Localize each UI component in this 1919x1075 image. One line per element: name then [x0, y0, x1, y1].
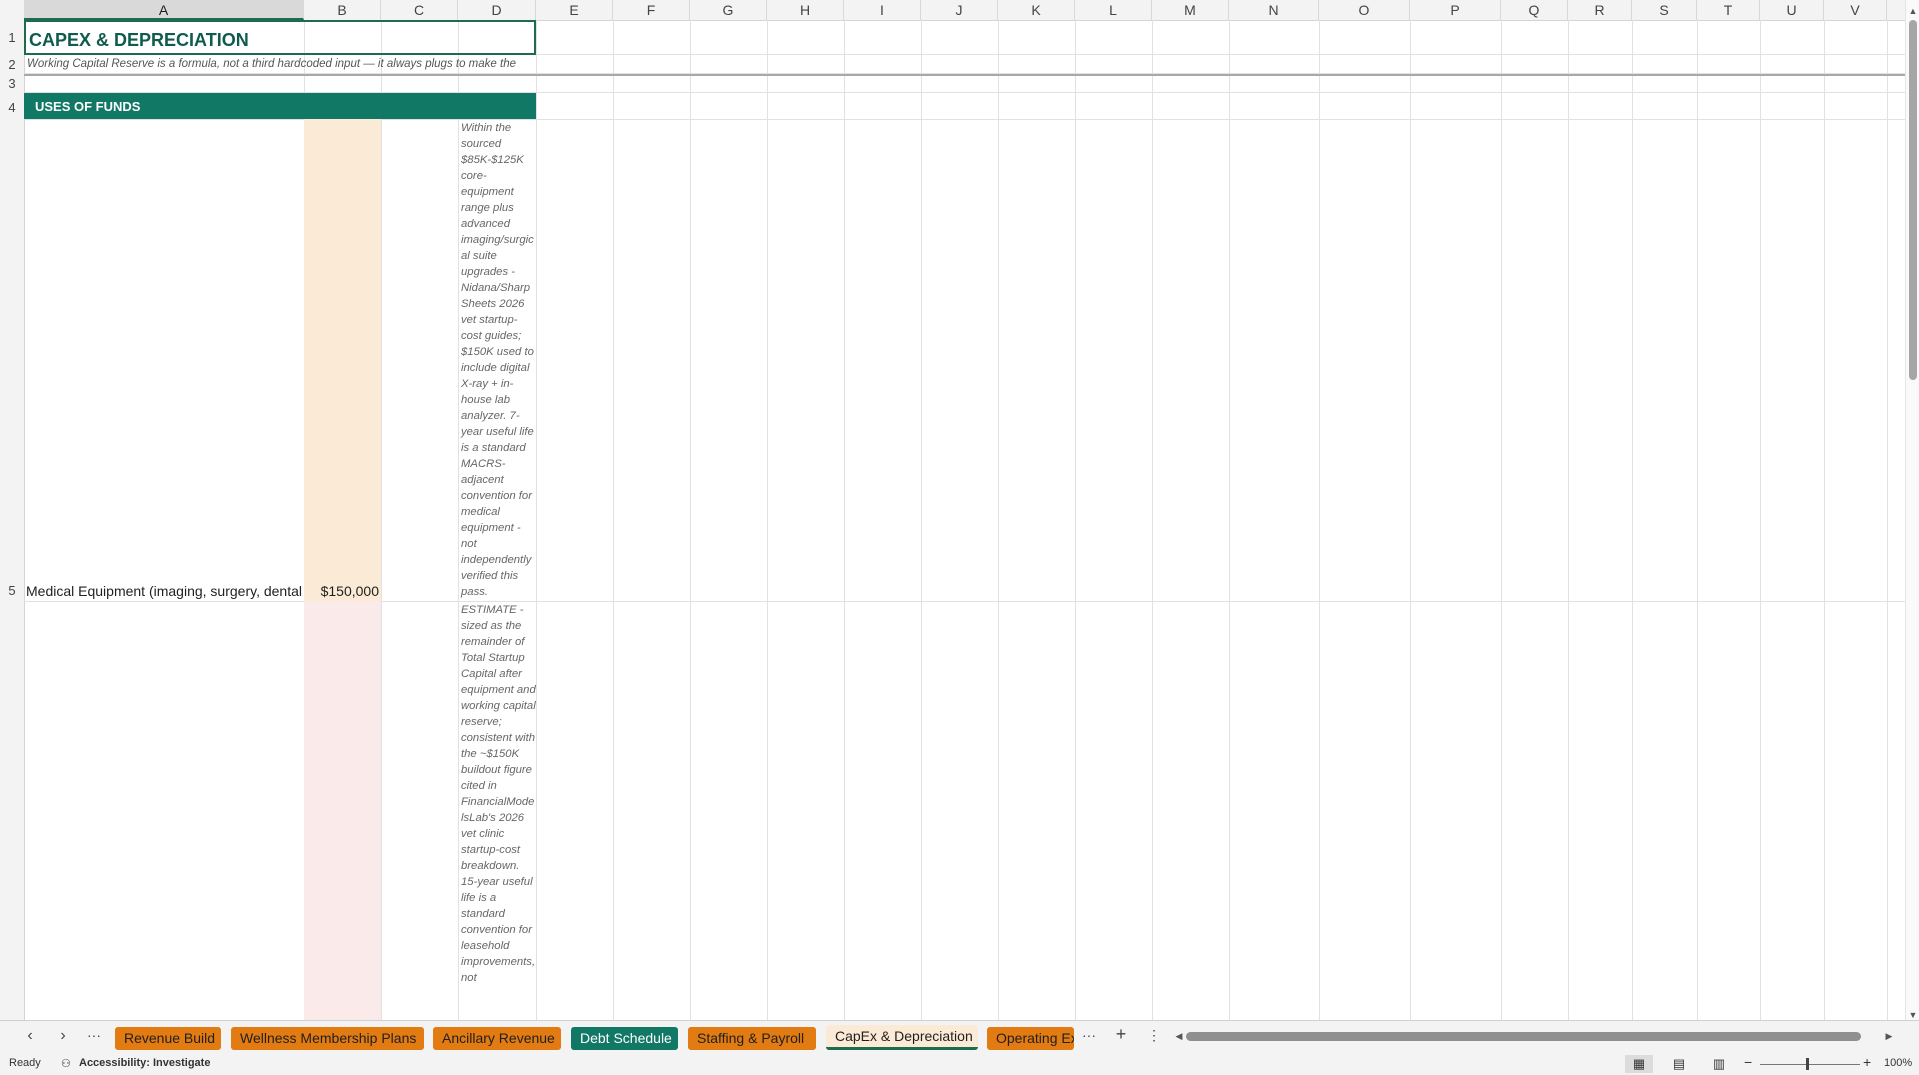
scroll-right-icon[interactable]: ▶: [1884, 1031, 1894, 1041]
gridline: [921, 20, 922, 1020]
tab-staffing-payroll[interactable]: Staffing & Payroll: [688, 1027, 816, 1050]
row-header-1[interactable]: 1: [0, 30, 24, 45]
sheet-title[interactable]: CAPEX & DEPRECIATION: [24, 20, 536, 55]
zoom-in-icon[interactable]: +: [1863, 1054, 1871, 1070]
gridline: [536, 20, 537, 1020]
tab-operating-expenses[interactable]: Operating Ex: [987, 1027, 1074, 1050]
zoom-out-icon[interactable]: −: [1744, 1054, 1752, 1070]
page-layout-view-icon[interactable]: ▤: [1665, 1055, 1693, 1073]
gridline: [1075, 20, 1076, 1020]
medical-equipment-note[interactable]: Within the sourced $85K-$125K core-equip…: [458, 119, 536, 601]
more-tabs-icon[interactable]: ···: [83, 1027, 105, 1043]
vertical-scrollbar[interactable]: ▲ ▼: [1905, 0, 1919, 1024]
uses-of-funds-banner[interactable]: USES OF FUNDS: [24, 93, 536, 119]
column-header-r[interactable]: R: [1568, 0, 1632, 20]
column-header-b[interactable]: B: [304, 0, 381, 20]
column-header-o[interactable]: O: [1319, 0, 1410, 20]
column-header-c[interactable]: C: [381, 0, 458, 20]
tab-ancillary-revenue[interactable]: Ancillary Revenue: [433, 1027, 561, 1050]
gridline: [1410, 20, 1411, 1020]
column-header-d[interactable]: D: [458, 0, 536, 20]
tab-prev-icon[interactable]: ‹: [19, 1027, 41, 1045]
row-header-5[interactable]: 5: [0, 583, 24, 598]
gridline: [1760, 20, 1761, 1020]
column-header-a[interactable]: A: [24, 0, 304, 20]
column-header-bar: A B C D E F G H I J K L M N O P Q R S T …: [0, 0, 1905, 21]
column-header-i[interactable]: I: [844, 0, 921, 20]
gridline: [1824, 20, 1825, 1020]
row-header-2[interactable]: 2: [0, 57, 24, 72]
row-header-bar: 1 2 3 4 5: [0, 20, 25, 1020]
gridline: [1632, 20, 1633, 1020]
gridline: [1887, 20, 1888, 1020]
column-header-e[interactable]: E: [536, 0, 613, 20]
gridline: [1319, 20, 1320, 1020]
tab-revenue-build[interactable]: Revenue Build: [115, 1027, 221, 1050]
input-cell-b6[interactable]: [304, 601, 381, 1020]
gridline: [1152, 20, 1153, 1020]
page-break-view-icon[interactable]: ▥: [1705, 1055, 1733, 1073]
medical-equipment-label[interactable]: Medical Equipment (imaging, surgery, den…: [26, 581, 304, 601]
scroll-up-icon[interactable]: ▲: [1908, 6, 1918, 16]
status-bar: Ready ⚇ Accessibility: Investigate ▦ ▤ ▥…: [0, 1053, 1919, 1075]
leasehold-note[interactable]: ESTIMATE - sized as the remainder of Tot…: [458, 601, 536, 1020]
sheet-subtitle[interactable]: Working Capital Reserve is a formula, no…: [24, 55, 536, 75]
accessibility-icon[interactable]: ⚇: [61, 1057, 71, 1070]
medical-equipment-value[interactable]: $150,000: [304, 581, 381, 601]
row-header-4[interactable]: 4: [0, 100, 24, 115]
vertical-scroll-thumb[interactable]: [1909, 20, 1917, 380]
zoom-slider[interactable]: [1760, 1064, 1860, 1065]
column-header-j[interactable]: J: [921, 0, 998, 20]
gridline: [844, 20, 845, 1020]
normal-view-icon[interactable]: ▦: [1625, 1055, 1653, 1073]
column-header-q[interactable]: Q: [1501, 0, 1568, 20]
worksheet-grid[interactable]: CAPEX & DEPRECIATION Working Capital Res…: [24, 20, 1905, 1020]
gridline: [1697, 20, 1698, 1020]
scroll-left-icon[interactable]: ◀: [1174, 1031, 1184, 1041]
zoom-slider-knob[interactable]: [1806, 1058, 1809, 1070]
tab-capex-depreciation[interactable]: CapEx & Depreciation: [826, 1025, 978, 1050]
scroll-down-icon[interactable]: ▼: [1908, 1010, 1918, 1020]
column-header-n[interactable]: N: [1229, 0, 1319, 20]
tab-debt-schedule[interactable]: Debt Schedule: [571, 1027, 678, 1050]
column-header-g[interactable]: G: [690, 0, 767, 20]
add-sheet-icon[interactable]: +: [1110, 1024, 1132, 1045]
column-header-l[interactable]: L: [1075, 0, 1152, 20]
gridline: [1568, 20, 1569, 1020]
column-header-m[interactable]: M: [1152, 0, 1229, 20]
gridline: [1501, 20, 1502, 1020]
gridline: [1229, 20, 1230, 1020]
gridline: [381, 20, 382, 1020]
horizontal-scrollbar[interactable]: ◀ ▶: [1174, 1029, 1898, 1043]
row-header-3[interactable]: 3: [0, 76, 24, 91]
column-header-v[interactable]: V: [1824, 0, 1887, 20]
column-header-k[interactable]: K: [998, 0, 1075, 20]
column-header-t[interactable]: T: [1697, 0, 1760, 20]
tab-options-icon[interactable]: ⋮: [1143, 1027, 1165, 1044]
tab-next-icon[interactable]: ›: [52, 1027, 74, 1045]
ready-status: Ready: [9, 1057, 41, 1069]
accessibility-status[interactable]: Accessibility: Investigate: [79, 1057, 210, 1069]
input-cell-b5[interactable]: [304, 119, 381, 601]
gridline: [690, 20, 691, 1020]
more-tabs-right-icon[interactable]: ···: [1078, 1027, 1100, 1043]
horizontal-scroll-thumb[interactable]: [1186, 1032, 1861, 1041]
column-header-u[interactable]: U: [1760, 0, 1824, 20]
gridline: [767, 20, 768, 1020]
column-header-p[interactable]: P: [1410, 0, 1501, 20]
sheet-tab-bar: ‹ › ··· Revenue Build Wellness Membershi…: [0, 1020, 1919, 1054]
column-header-f[interactable]: F: [613, 0, 690, 20]
select-all-corner[interactable]: [0, 0, 25, 20]
gridline: [998, 20, 999, 1020]
gridline: [613, 20, 614, 1020]
tab-wellness-membership-plans[interactable]: Wellness Membership Plans: [231, 1027, 424, 1050]
column-header-h[interactable]: H: [767, 0, 844, 20]
column-header-s[interactable]: S: [1632, 0, 1697, 20]
zoom-level[interactable]: 100%: [1884, 1057, 1912, 1069]
